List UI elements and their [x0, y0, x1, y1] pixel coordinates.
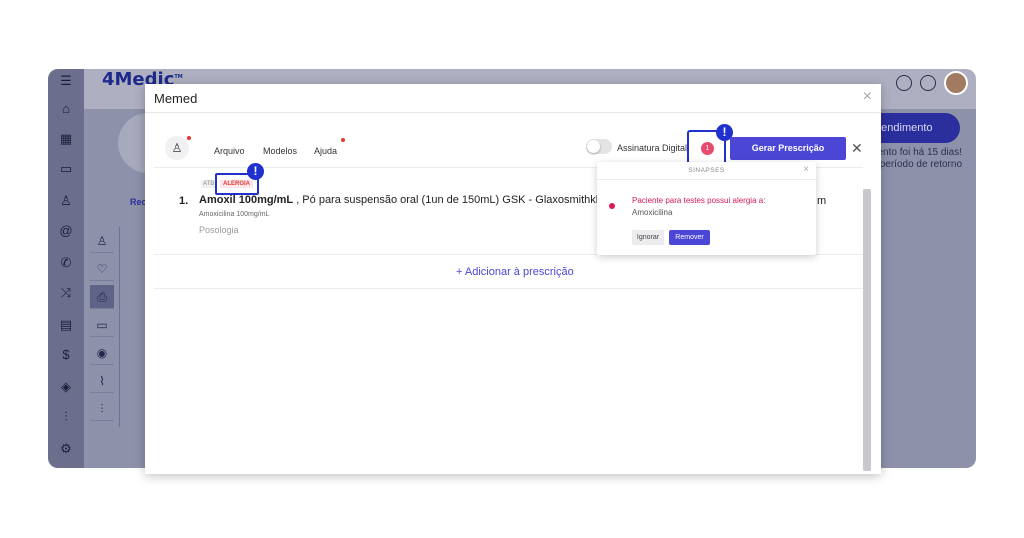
- alert-dot-icon: [609, 203, 615, 209]
- settings-icon[interactable]: ⚙: [56, 439, 76, 459]
- modal-close-icon[interactable]: ×: [863, 88, 872, 106]
- menu-modelos[interactable]: Modelos: [263, 146, 297, 156]
- dollar-icon[interactable]: $: [56, 345, 76, 365]
- medication-name[interactable]: Amoxil 100mg/mL , Pó para suspensão oral…: [199, 194, 613, 206]
- home-icon[interactable]: ⌂: [56, 99, 76, 119]
- item-index: 1.: [179, 195, 189, 207]
- return-note-line1: ento foi há 15 dias!: [877, 147, 962, 158]
- main-sidebar: ☰ ⌂ ▦ ▭ ♙ @ ✆ ⤨ ▤ $ ◈ ⫶ ⚙: [48, 69, 84, 468]
- active-ingredient: Amoxicilina 100mg/mL: [199, 211, 270, 218]
- help-notification-dot: [341, 138, 345, 142]
- toggle-knob: [587, 140, 600, 153]
- add-divider: [154, 288, 863, 289]
- sinapses-popover: SINAPSES × Paciente para testes possui a…: [597, 162, 816, 255]
- help-icon[interactable]: [920, 75, 936, 91]
- shuffle-icon[interactable]: ⤨: [56, 283, 76, 303]
- at-icon[interactable]: @: [56, 221, 76, 241]
- inbox-icon[interactable]: ▭: [56, 159, 76, 179]
- top-right-controls: [896, 71, 968, 95]
- remover-button[interactable]: Remover: [669, 230, 710, 245]
- allergy-message: Paciente para testes possui alergia a:: [632, 196, 766, 205]
- popover-close-icon[interactable]: ×: [803, 164, 809, 175]
- exclamation-icon-2: !: [247, 163, 264, 180]
- ignorar-button[interactable]: Ignorar: [632, 230, 664, 245]
- notification-dot: [187, 136, 191, 140]
- modal-title: Memed: [154, 91, 198, 106]
- clipboard-icon[interactable]: ▤: [56, 315, 76, 335]
- return-note-line2: período de retorno: [879, 159, 962, 170]
- patient-icon[interactable]: ♙: [56, 191, 76, 211]
- modal-divider: [145, 112, 881, 113]
- phone-icon[interactable]: ✆: [56, 253, 76, 273]
- popover-divider: [597, 179, 816, 180]
- chat-icon[interactable]: [896, 75, 912, 91]
- popover-title: SINAPSES: [688, 167, 725, 174]
- calendar-icon[interactable]: ▦: [56, 129, 76, 149]
- user-icon[interactable]: ♙: [165, 136, 189, 160]
- chart-icon[interactable]: ⫶: [56, 407, 76, 427]
- heartbeat-icon[interactable]: ♡: [90, 257, 114, 281]
- medication-name-tail: m: [817, 195, 827, 207]
- toolbar-close-icon[interactable]: ✕: [851, 140, 863, 157]
- menu-ajuda[interactable]: Ajuda: [314, 146, 337, 156]
- stats-icon[interactable]: ⫶: [90, 397, 114, 421]
- patient-info-icon[interactable]: ♙: [90, 229, 114, 253]
- gerar-prescricao-button[interactable]: Gerar Prescrição: [730, 137, 846, 160]
- posologia-field[interactable]: Posologia: [199, 225, 239, 235]
- allergy-drug: Amoxicilina: [632, 208, 673, 217]
- tag-atb: ATB: [201, 180, 217, 188]
- memed-modal: Memed × ♙ Arquivo Modelos Ajuda Assinatu…: [145, 84, 881, 474]
- assinatura-label: Assinatura Digital: [617, 143, 688, 153]
- user-avatar[interactable]: [944, 71, 968, 95]
- assinatura-toggle[interactable]: [586, 139, 612, 154]
- box-icon[interactable]: ◈: [56, 377, 76, 397]
- scrollbar[interactable]: [863, 189, 871, 471]
- menu-icon[interactable]: ☰: [56, 71, 76, 91]
- menu-arquivo[interactable]: Arquivo: [214, 146, 245, 156]
- attachment-icon[interactable]: ⌇: [90, 369, 114, 393]
- camera-icon[interactable]: ◉: [90, 341, 114, 365]
- folder-icon[interactable]: ▭: [90, 313, 114, 337]
- add-prescription-link[interactable]: + Adicionar à prescrição: [456, 266, 574, 278]
- print-icon[interactable]: ⎙: [90, 285, 114, 309]
- secondary-sidebar: ♙ ♡ ⎙ ▭ ◉ ⌇ ⫶: [84, 227, 120, 427]
- alert-count-badge[interactable]: 1: [701, 142, 714, 155]
